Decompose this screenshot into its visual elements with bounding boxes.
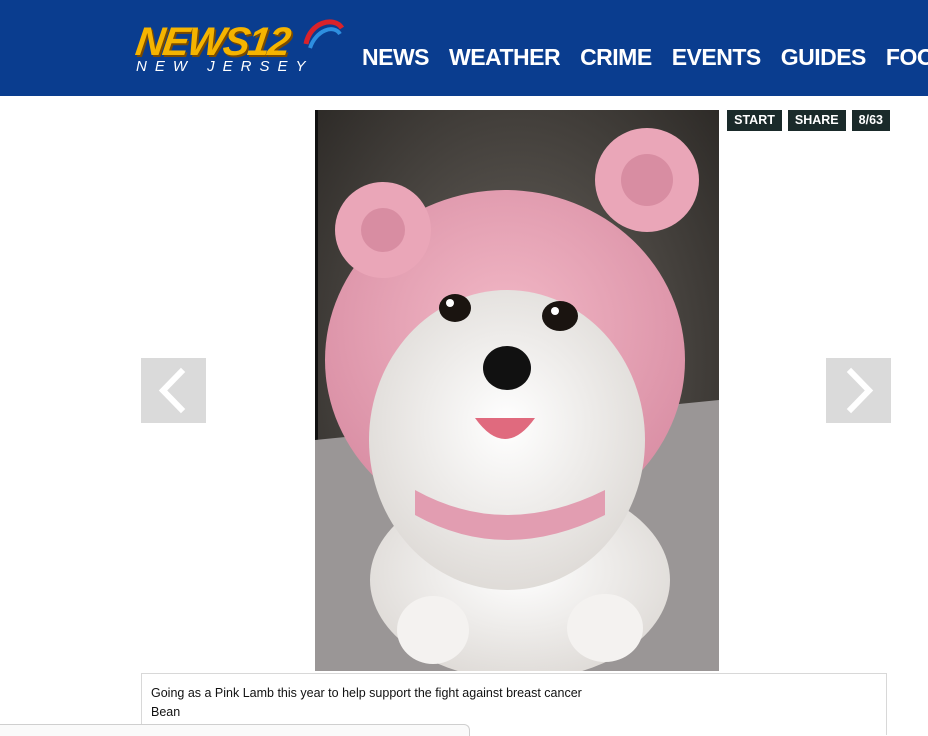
nav-item-weather[interactable]: WEATHER — [449, 44, 561, 74]
slide-counter: 8/63 — [851, 110, 890, 131]
nav-item-food[interactable]: FOOD & — [886, 44, 928, 74]
logo-swoosh-icon — [303, 19, 345, 49]
next-slide-button[interactable] — [826, 358, 891, 423]
gallery-controls: START SHARE 8/63 — [727, 110, 890, 131]
previous-slide-button[interactable] — [141, 358, 206, 423]
dog-photo-image — [315, 110, 719, 671]
nav-item-crime[interactable]: CRIME — [580, 44, 652, 74]
nav-item-guides[interactable]: GUIDES — [781, 44, 867, 74]
site-header: NEWS12 NEW JERSEY NEWS WEATHER CRIME EVE… — [0, 0, 928, 96]
nav-item-events[interactable]: EVENTS — [672, 44, 762, 74]
caption-credit: Bean — [151, 705, 181, 719]
chevron-right-icon — [846, 367, 874, 414]
gallery-photo — [315, 110, 719, 671]
share-button[interactable]: SHARE — [787, 110, 846, 131]
news12-logo[interactable]: NEWS12 NEW JERSEY — [132, 14, 352, 80]
chevron-left-icon — [158, 367, 186, 414]
logo-region: NEW JERSEY — [136, 58, 314, 75]
start-button[interactable]: START — [727, 110, 782, 131]
caption-text: Going as a Pink Lamb this year to help s… — [151, 686, 582, 700]
browser-status-bar — [0, 724, 470, 736]
nav-item-news[interactable]: NEWS — [362, 44, 430, 74]
main-nav: NEWS WEATHER CRIME EVENTS GUIDES FOOD & — [362, 44, 928, 74]
